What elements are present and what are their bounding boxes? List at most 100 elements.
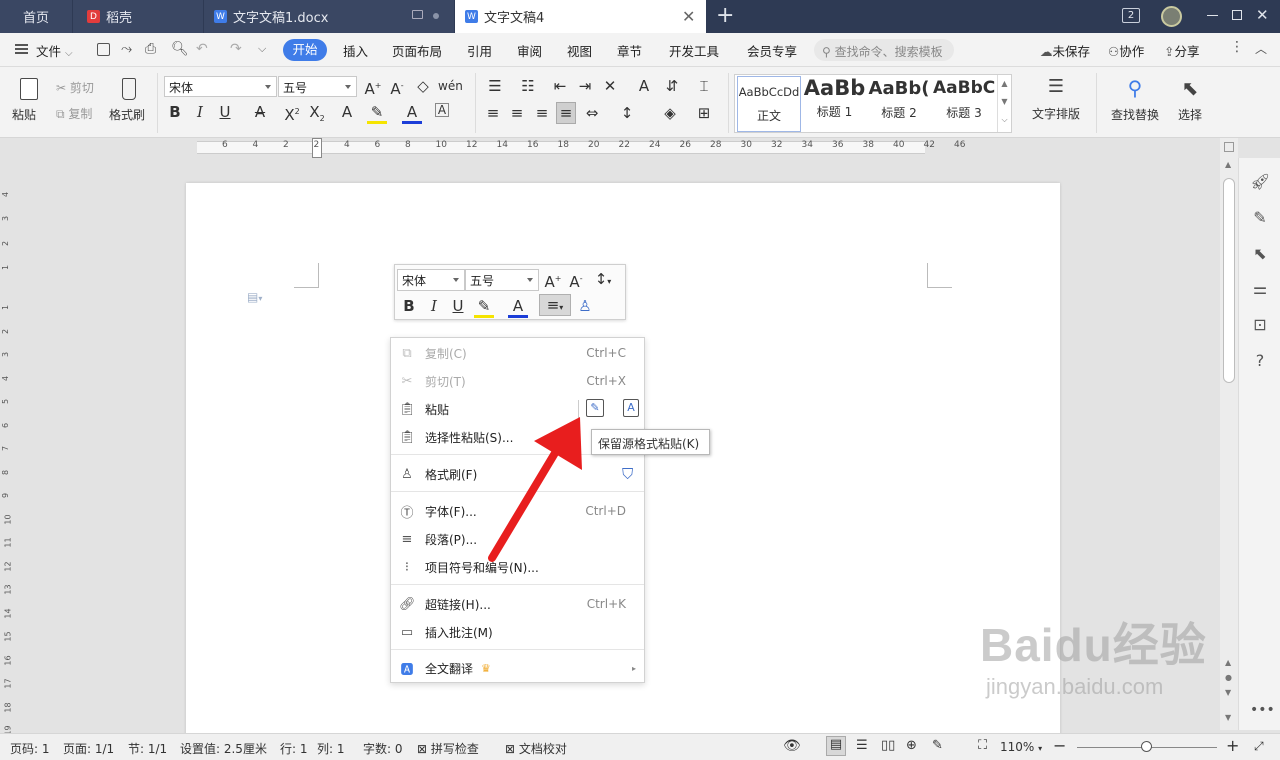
cut-button[interactable]: ✂ 剪切 — [56, 79, 94, 96]
menu-format-painter[interactable]: ♙ 格式刷(F) — [391, 460, 644, 488]
mini-highlight-icon[interactable]: ✎ — [474, 297, 494, 318]
minimize-icon[interactable] — [1207, 15, 1218, 16]
spellcheck-button[interactable]: ⊠ 拼写检查 — [417, 740, 479, 757]
style-heading1[interactable]: AaBb 标题 1 — [803, 76, 866, 132]
mini-font-color-icon[interactable]: A — [508, 297, 528, 318]
subscript-icon[interactable]: X2 — [307, 103, 327, 128]
char-border-icon[interactable]: A — [435, 103, 449, 117]
paste-text-only-icon[interactable]: A — [623, 399, 639, 417]
select-browse-icon[interactable]: ● — [1225, 673, 1232, 682]
mini-font-size-select[interactable]: 五号 — [465, 269, 539, 291]
customize-qat-icon[interactable]: ⌵ — [258, 42, 266, 56]
tab-references[interactable]: 引用 — [467, 41, 492, 60]
chinese-layout-icon[interactable]: ✕ — [600, 77, 620, 95]
justify-icon[interactable]: ≡ — [556, 102, 576, 124]
settings-sliders-icon[interactable]: ⚌ — [1250, 279, 1270, 298]
print-preview-icon[interactable]: 🔍︎ — [171, 41, 189, 57]
mini-bold-icon[interactable]: B — [399, 297, 419, 315]
new-tab-icon[interactable]: + — [716, 3, 734, 28]
tab-insert[interactable]: 插入 — [343, 41, 368, 60]
zoom-out-icon[interactable]: − — [1053, 736, 1066, 755]
superscript-icon[interactable]: X2 — [282, 103, 302, 124]
proofread-button[interactable]: ⊠ 文档校对 — [505, 740, 567, 757]
save-icon[interactable] — [97, 43, 110, 56]
zoom-slider-thumb[interactable] — [1141, 741, 1152, 752]
tab-home[interactable]: 首页 — [0, 0, 72, 33]
print-icon[interactable]: ⎙ — [145, 41, 156, 57]
highlight-icon[interactable]: ✎ — [367, 103, 387, 124]
tab-page-layout[interactable]: 页面布局 — [392, 41, 442, 60]
tab-daoke[interactable]: D 稻壳 — [73, 0, 203, 33]
eye-protect-icon[interactable]: 👁︎ — [783, 738, 801, 754]
write-mode-icon[interactable]: ✎ — [932, 738, 943, 753]
scroll-up-icon[interactable]: ▲ — [1225, 160, 1231, 169]
distribute-icon[interactable]: ⇔ — [582, 104, 602, 122]
help-icon[interactable]: ? — [1250, 351, 1270, 370]
rocket-icon[interactable]: 🚀︎ — [1250, 172, 1270, 191]
menu-hyperlink[interactable]: 🔗︎ 超链接(H)... Ctrl+K — [391, 590, 644, 618]
tab-doc1[interactable]: W 文字文稿1.docx — [204, 0, 454, 33]
grow-font-icon[interactable]: A+ — [363, 77, 383, 98]
web-view-icon[interactable]: ⊕ — [906, 738, 917, 753]
mini-font-name-select[interactable]: 宋体 — [397, 269, 465, 291]
line-spacing-icon[interactable]: ↕ — [617, 104, 637, 122]
text-direction-icon[interactable]: A — [634, 77, 654, 95]
menu-bullets[interactable]: ⁝ 项目符号和编号(N)... — [391, 553, 644, 581]
styles-scroll[interactable]: ▲ ▼ ⌵ — [997, 75, 1011, 132]
collab-button[interactable]: ⚇协作 — [1108, 41, 1144, 60]
hamburger-icon[interactable] — [15, 44, 28, 54]
decrease-indent-icon[interactable]: ⇤ — [550, 77, 570, 95]
font-name-select[interactable]: 宋体 — [164, 76, 277, 97]
status-pages[interactable]: 页面: 1/1 — [63, 740, 114, 757]
menu-translate[interactable]: 🅰︎ 全文翻译 ♛ ▸ — [391, 654, 644, 682]
menu-insert-comment[interactable]: ▭ 插入批注(M) — [391, 618, 644, 646]
increase-indent-icon[interactable]: ⇥ — [575, 77, 595, 95]
align-right-icon[interactable]: ≡ — [532, 104, 552, 122]
font-size-select[interactable]: 五号 — [278, 76, 357, 97]
close-tab-icon[interactable]: ✕ — [682, 7, 695, 26]
strikethrough-icon[interactable]: A — [250, 103, 270, 121]
numbered-list-icon[interactable]: ☷ — [518, 77, 538, 95]
scroll-thumb[interactable] — [1223, 178, 1235, 383]
outline-view-icon[interactable]: ☰ — [856, 738, 868, 753]
menu-font[interactable]: Ⓣ 字体(F)... Ctrl+D — [391, 497, 644, 525]
close-window-icon[interactable]: ✕ — [1256, 6, 1269, 24]
mini-grow-font-icon[interactable]: A+ — [543, 270, 563, 291]
paste-button[interactable]: 粘贴 — [12, 76, 44, 132]
tab-doc4[interactable]: W 文字文稿4 ✕ — [455, 0, 706, 33]
style-heading2[interactable]: AaBb( 标题 2 — [868, 76, 930, 132]
avatar[interactable] — [1161, 6, 1182, 27]
window-count-icon[interactable]: 2 — [1122, 8, 1140, 23]
zoom-in-icon[interactable]: + — [1226, 736, 1239, 755]
menu-copy[interactable]: ⧉ 复制(C) Ctrl+C — [391, 339, 644, 367]
scroll-down-icon[interactable]: ▼ — [1225, 713, 1231, 722]
collapse-ribbon-icon[interactable]: ︿ — [1255, 40, 1267, 57]
borders-icon[interactable]: ⊞ — [694, 104, 714, 122]
split-view-icon[interactable] — [1224, 142, 1234, 152]
font-effect-icon[interactable]: A — [337, 103, 357, 121]
menu-paragraph[interactable]: ≡ 段落(P)... — [391, 525, 644, 553]
edit-pen-icon[interactable]: ✎ — [1250, 208, 1270, 227]
status-row[interactable]: 行: 1 — [280, 740, 308, 757]
unsaved-button[interactable]: ☁未保存 — [1040, 41, 1090, 60]
zoom-expand-icon[interactable]: ⤢ — [1254, 739, 1264, 754]
shrink-font-icon[interactable]: A- — [387, 77, 407, 98]
show-marks-icon[interactable]: ⌶ — [694, 77, 714, 95]
align-center-icon[interactable]: ≡ — [507, 104, 527, 122]
mini-italic-icon[interactable]: I — [424, 297, 444, 315]
select-button[interactable]: ⬉ 选择 — [1170, 76, 1210, 132]
tab-member[interactable]: 会员专享 — [747, 41, 797, 60]
tab-review[interactable]: 审阅 — [517, 41, 542, 60]
bullet-list-icon[interactable]: ☰ — [485, 77, 505, 95]
shading-icon[interactable]: ◈ — [660, 104, 680, 122]
format-painter-side-icon[interactable]: ⛉ — [622, 465, 633, 483]
style-heading3[interactable]: AaBbC( 标题 3 — [933, 76, 995, 132]
file-menu[interactable]: 文件 ⌵ — [36, 41, 73, 60]
paragraph-handle-icon[interactable]: ▤▾ — [247, 290, 262, 304]
vertical-ruler[interactable]: 4 3 2 1 1 2 3 4 5 6 7 8 9 10 11 12 13 14 15 16 17 18 19 — [0, 158, 16, 736]
more-options-icon[interactable]: ••• — [1250, 702, 1275, 718]
mini-line-spacing-icon[interactable]: ↕▾ — [593, 270, 613, 291]
clear-format-icon[interactable]: ◇ — [413, 77, 433, 95]
mini-align-icon[interactable]: ≡▾ — [539, 294, 571, 316]
font-color-icon[interactable]: A — [402, 103, 422, 124]
